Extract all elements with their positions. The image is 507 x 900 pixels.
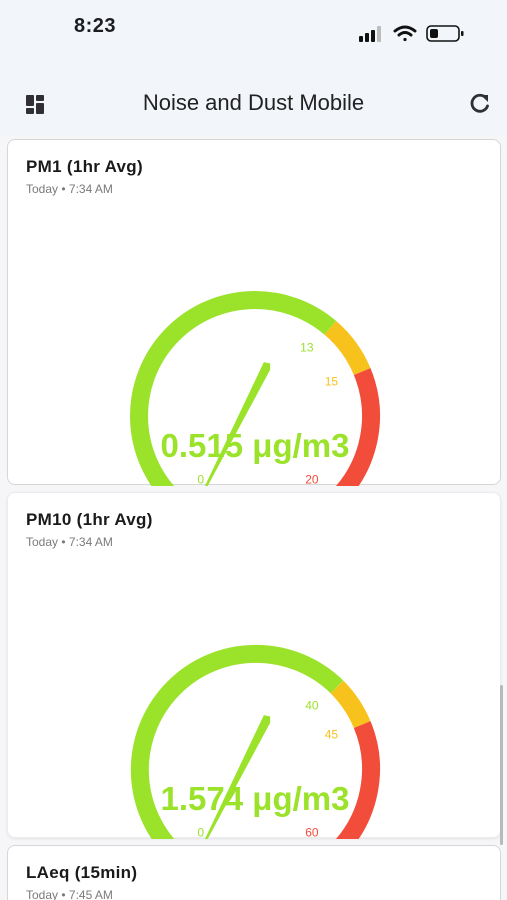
status-icons: [359, 25, 464, 42]
status-bar: 8:23: [0, 0, 507, 68]
gauge-tick-label-max: 20: [305, 473, 319, 486]
gauge-card-pm10: PM10 (1hr Avg) Today • 7:34 AM 0 40 45 60 1…: [7, 492, 501, 839]
gauge-tick-label-warn: 40: [305, 698, 319, 712]
refresh-icon[interactable]: [466, 91, 494, 117]
card-title: LAeq (15min): [26, 863, 138, 882]
gauge-tick-label-alert: 45: [325, 728, 339, 742]
gauge-reading: 1.574 μg/m3: [160, 780, 350, 817]
cellular-signal-icon: [359, 26, 381, 42]
wifi-icon: [393, 25, 417, 42]
gauge-card-laeq: LAeq (15min) Today • 7:45 AM: [7, 845, 501, 900]
gauge-card-pm1: PM1 (1hr Avg) Today • 7:34 AM 0 13 15 20 0.…: [7, 139, 501, 486]
gauge-tick-label-max: 60: [305, 826, 319, 839]
gauge-band-warning: [330, 680, 371, 729]
card-timestamp: Today • 7:45 AM: [26, 888, 113, 900]
status-time: 8:23: [74, 15, 117, 37]
gauge-reading: 0.515 μg/m3: [160, 427, 350, 464]
gauge-needle: [204, 362, 271, 486]
gauge-tick-label-min: 0: [197, 826, 204, 839]
gauge-needle: [204, 715, 271, 839]
gauge-band-warning: [324, 320, 371, 376]
gauge-tick-label-warn: 13: [300, 341, 314, 355]
gauge-tick-label-min: 0: [197, 473, 204, 486]
gauge-tick-label-alert: 15: [325, 375, 339, 389]
app-title: Noise and Dust Mobile: [142, 90, 365, 115]
battery-low-icon: [426, 25, 464, 42]
scrollbar[interactable]: [500, 685, 503, 845]
